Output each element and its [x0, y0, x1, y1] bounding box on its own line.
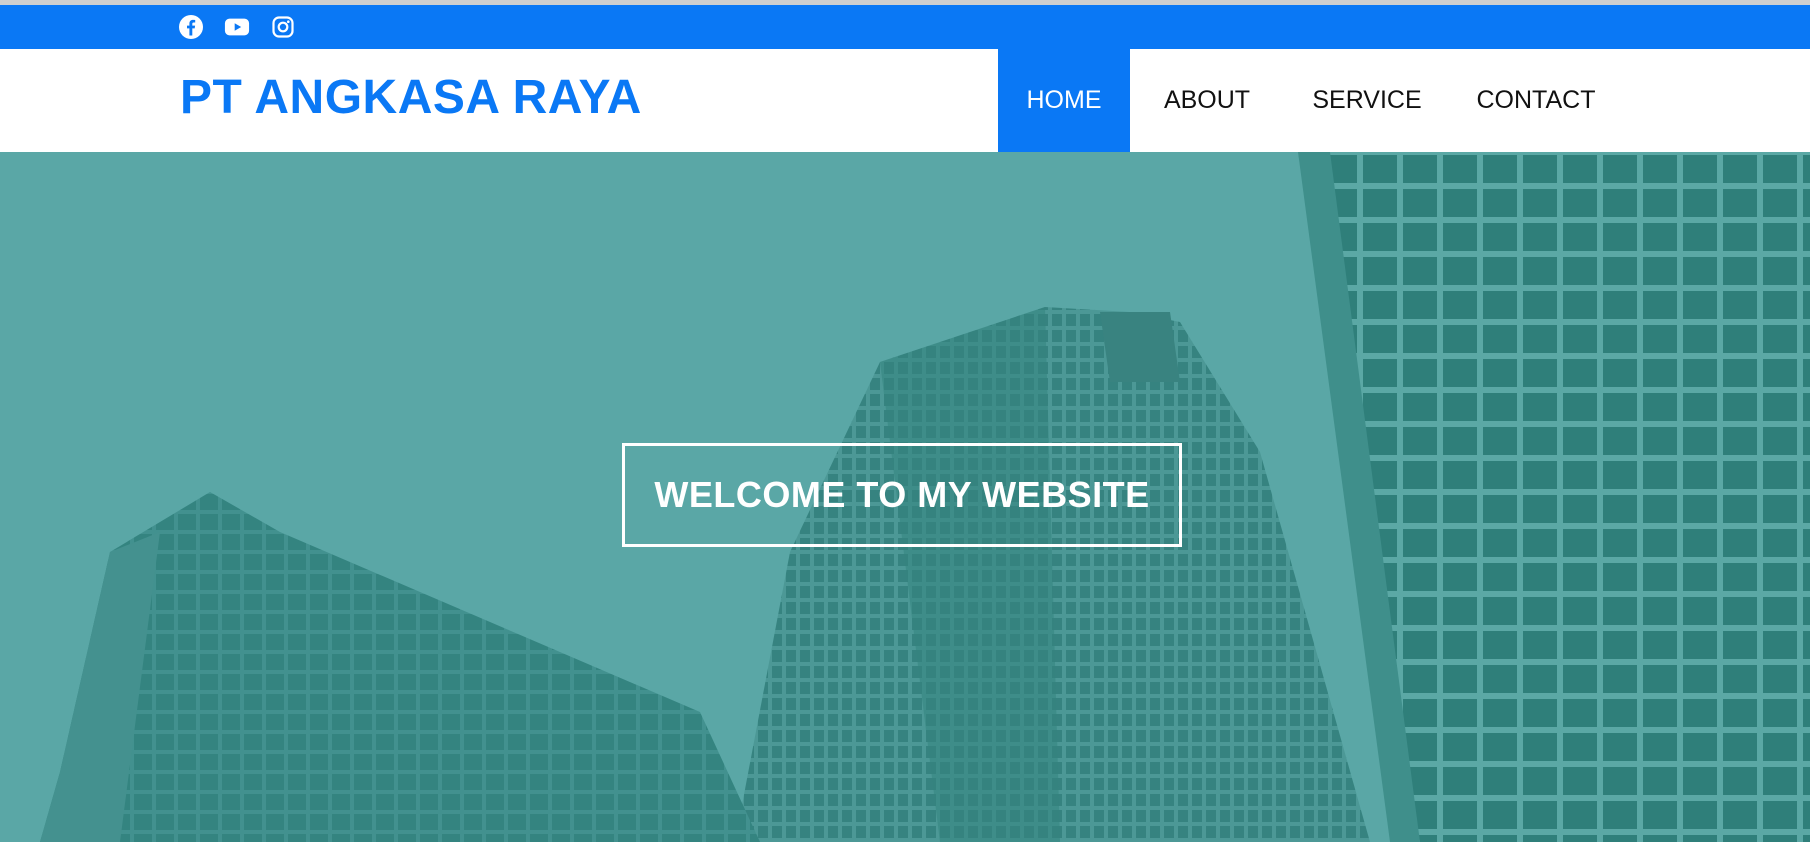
- main-nav: HOME ABOUT SERVICE CONTACT: [998, 49, 1622, 152]
- social-icons: [178, 14, 296, 40]
- brand-logo-text[interactable]: PT ANGKASA RAYA: [180, 70, 642, 125]
- social-bar: [0, 5, 1810, 49]
- nav-item-about[interactable]: ABOUT: [1130, 49, 1284, 152]
- nav-item-home[interactable]: HOME: [998, 49, 1130, 152]
- welcome-heading: WELCOME TO MY WEBSITE: [654, 474, 1150, 515]
- hero-banner: WELCOME TO MY WEBSITE: [0, 152, 1810, 842]
- youtube-icon[interactable]: [224, 14, 250, 40]
- nav-item-contact[interactable]: CONTACT: [1450, 49, 1622, 152]
- welcome-box: WELCOME TO MY WEBSITE: [622, 443, 1182, 547]
- nav-item-service[interactable]: SERVICE: [1284, 49, 1450, 152]
- facebook-icon[interactable]: [178, 14, 204, 40]
- instagram-icon[interactable]: [270, 14, 296, 40]
- site-header: PT ANGKASA RAYA HOME ABOUT SERVICE CONTA…: [0, 49, 1810, 152]
